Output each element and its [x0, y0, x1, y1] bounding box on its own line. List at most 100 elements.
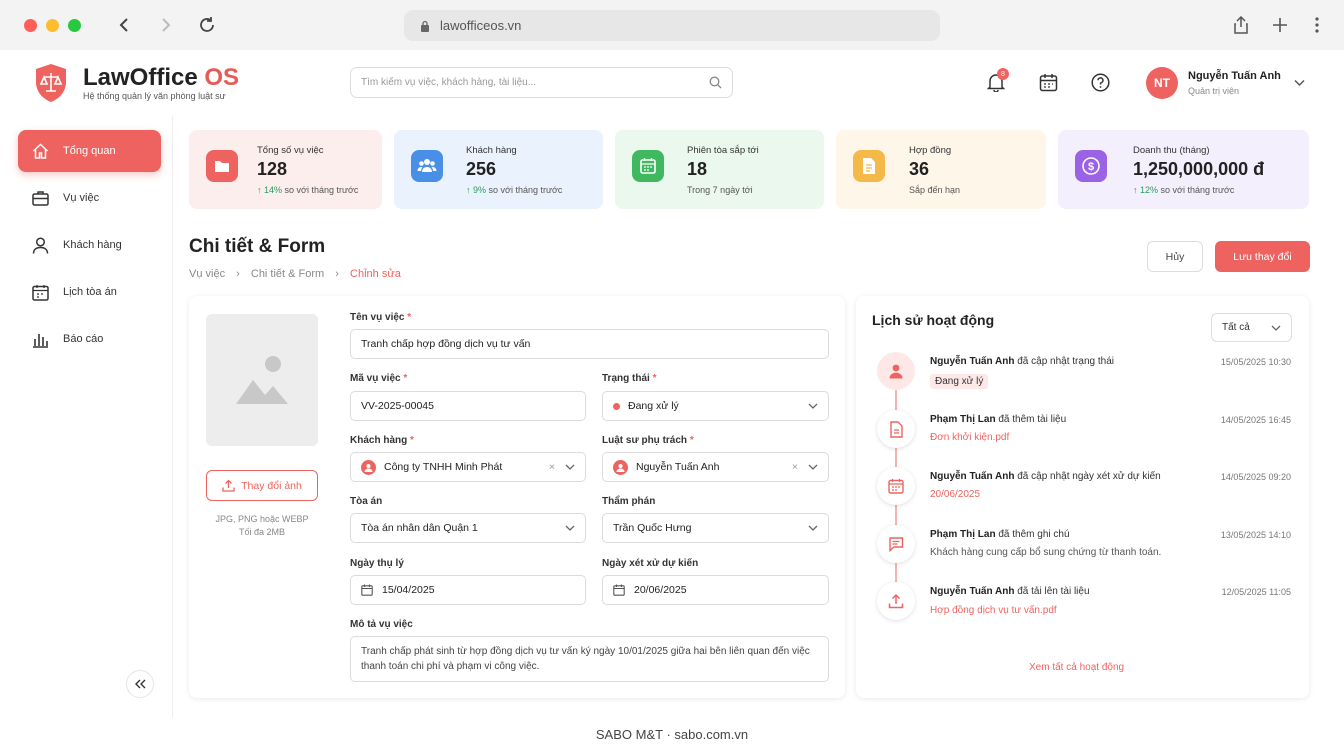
stat-trend: ↑ 9% so với tháng trước — [466, 185, 563, 195]
stat-trend: ↑ 12% so với tháng trước — [1133, 185, 1235, 195]
trial-date-input[interactable]: 20/06/2025 — [602, 575, 829, 605]
scale-shield-logo-icon — [36, 64, 66, 102]
lawyer-label: Luật sư phụ trách * — [602, 435, 694, 446]
stat-value: 128 — [257, 159, 288, 179]
lock-icon — [421, 20, 429, 32]
stat-label: Khách hàng — [466, 145, 517, 156]
clear-icon[interactable]: × — [549, 461, 555, 473]
view-all-history-link[interactable]: Xem tất cả hoạt động — [1029, 662, 1124, 673]
more-menu-icon[interactable] — [1306, 14, 1328, 36]
save-button[interactable]: Lưu thay đổi — [1215, 241, 1310, 272]
new-tab-icon[interactable] — [1269, 14, 1291, 36]
history-item-time: 12/05/2025 11:05 — [1221, 587, 1291, 597]
lawyer-select[interactable]: Nguyễn Tuấn Anh × — [602, 452, 829, 482]
accept-date-input[interactable]: 15/04/2025 — [350, 575, 586, 605]
client-label: Khách hàng * — [350, 435, 414, 446]
history-filter-select[interactable]: Tất cả — [1211, 313, 1292, 342]
description-label: Mô tả vụ việc — [350, 619, 413, 630]
stat-card-clients[interactable]: Khách hàng 256 ↑ 9% so với tháng trước — [394, 130, 603, 209]
stat-value: 256 — [466, 159, 497, 179]
notification-badge: 8 — [997, 68, 1009, 80]
history-file-link[interactable]: Đơn khởi kiện.pdf — [930, 432, 1009, 443]
stat-card-revenue[interactable]: $ Doanh thu (tháng) 1,250,000,000 đ ↑ 12… — [1058, 130, 1309, 209]
collapse-sidebar-button[interactable] — [126, 670, 154, 698]
search-placeholder: Tìm kiếm vụ việc, khách hàng, tài liệu..… — [361, 77, 537, 88]
accept-date-label: Ngày thụ lý — [350, 558, 404, 569]
judge-select[interactable]: Trần Quốc Hưng — [602, 513, 829, 543]
sidebar-item-court-calendar[interactable]: Lịch tòa án — [18, 271, 161, 313]
bar-chart-icon — [33, 333, 48, 348]
chevron-down-icon — [808, 464, 818, 470]
history-item-text: Nguyễn Tuấn Anh đã cập nhật trạng thái — [930, 356, 1114, 367]
status-badge: Đang xử lý — [930, 374, 989, 389]
history-item-time: 15/05/2025 10:30 — [1220, 357, 1291, 367]
chevron-down-icon — [808, 525, 818, 531]
calendar-icon[interactable] — [1037, 71, 1059, 93]
case-code-input[interactable]: VV-2025-00045 — [350, 391, 586, 421]
sidebar-item-clients[interactable]: Khách hàng — [18, 224, 161, 266]
stat-label: Tổng số vụ việc — [257, 145, 324, 156]
maximize-window-button[interactable] — [68, 19, 81, 32]
breadcrumb: Vụ việc › Chi tiết & Form › Chỉnh sửa — [189, 268, 401, 280]
history-file-link[interactable]: Hợp đồng dịch vụ tư vấn.pdf — [930, 605, 1057, 616]
sidebar-item-reports[interactable]: Báo cáo — [18, 318, 161, 360]
back-icon[interactable] — [113, 14, 135, 36]
status-label: Trạng thái * — [602, 373, 657, 384]
chevron-down-icon — [565, 525, 575, 531]
history-item-time: 14/05/2025 09:20 — [1220, 472, 1291, 482]
calendar-icon — [361, 584, 373, 596]
briefcase-icon — [32, 191, 49, 206]
image-hint: JPG, PNG hoặc WEBP Tối đa 2MB — [215, 514, 309, 537]
breadcrumb-cases[interactable]: Vụ việc — [189, 268, 225, 280]
app: LawOffice OS Hệ thống quản lý văn phòng … — [0, 50, 1344, 718]
help-icon[interactable] — [1089, 71, 1111, 93]
stat-note: Sắp đến hạn — [909, 185, 961, 195]
close-window-button[interactable] — [24, 19, 37, 32]
history-note: Khách hàng cung cấp bổ sung chứng từ tha… — [930, 547, 1162, 558]
stat-card-cases[interactable]: Tổng số vụ việc 128 ↑ 14% so với tháng t… — [189, 130, 382, 209]
chevron-down-icon — [565, 464, 575, 470]
client-select[interactable]: Công ty TNHH Minh Phát × — [350, 452, 586, 482]
history-item-text: Phạm Thị Lan đã thêm ghi chú — [930, 529, 1070, 540]
change-image-button[interactable]: Thay đổi ảnh — [206, 470, 318, 501]
avatar[interactable]: NT — [1146, 67, 1178, 99]
trial-date-label: Ngày xét xử dự kiến — [602, 558, 699, 569]
search-input[interactable]: Tìm kiếm vụ việc, khách hàng, tài liệu..… — [350, 67, 733, 98]
address-bar[interactable]: lawofficeos.vn — [404, 10, 940, 41]
top-bar: LawOffice OS Hệ thống quản lý văn phòng … — [0, 50, 1344, 116]
comment-icon — [877, 525, 915, 563]
case-name-input[interactable]: Tranh chấp hợp đồng dịch vụ tư vấn — [350, 329, 829, 359]
stat-card-contracts[interactable]: Hợp đồng 36 Sắp đến hạn — [836, 130, 1046, 209]
calendar-icon — [32, 284, 49, 301]
stat-trend: ↑ 14% so với tháng trước — [257, 185, 359, 195]
sidebar-item-cases[interactable]: Vụ việc — [18, 177, 161, 219]
user-icon — [32, 236, 49, 254]
description-textarea[interactable]: Tranh chấp phát sinh từ hợp đồng dịch vụ… — [350, 636, 829, 682]
case-code-label: Mã vụ việc * — [350, 373, 408, 384]
folder-icon — [206, 150, 238, 182]
calendar-icon — [632, 150, 664, 182]
calendar-icon — [877, 467, 915, 505]
cancel-button[interactable]: Hủy — [1147, 241, 1203, 272]
minimize-window-button[interactable] — [46, 19, 59, 32]
forward-icon[interactable] — [155, 14, 177, 36]
chevron-down-icon[interactable] — [1294, 79, 1305, 87]
notification-bell-icon[interactable]: 8 — [985, 68, 1009, 93]
share-icon[interactable] — [1230, 14, 1252, 36]
breadcrumb-detail[interactable]: Chi tiết & Form — [251, 268, 324, 280]
reload-icon[interactable] — [196, 14, 218, 36]
user-icon — [877, 352, 915, 390]
court-select[interactable]: Tòa án nhân dân Quận 1 — [350, 513, 586, 543]
status-select[interactable]: Đang xử lý — [602, 391, 829, 421]
clear-icon[interactable]: × — [792, 461, 798, 473]
sidebar-item-overview[interactable]: Tổng quan — [18, 130, 161, 172]
history-title: Lịch sử hoạt động — [872, 312, 995, 328]
image-placeholder — [206, 314, 318, 446]
stat-value: 36 — [909, 159, 930, 179]
brand-name: LawOffice OS — [83, 64, 240, 91]
svg-text:$: $ — [1088, 161, 1094, 173]
client-avatar-icon — [361, 459, 376, 475]
stat-card-hearings[interactable]: Phiên tòa sắp tới 18 Trong 7 ngày tới — [615, 130, 824, 209]
browser-chrome: lawofficeos.vn — [0, 0, 1344, 50]
stat-value: 1,250,000,000 đ — [1133, 159, 1265, 179]
